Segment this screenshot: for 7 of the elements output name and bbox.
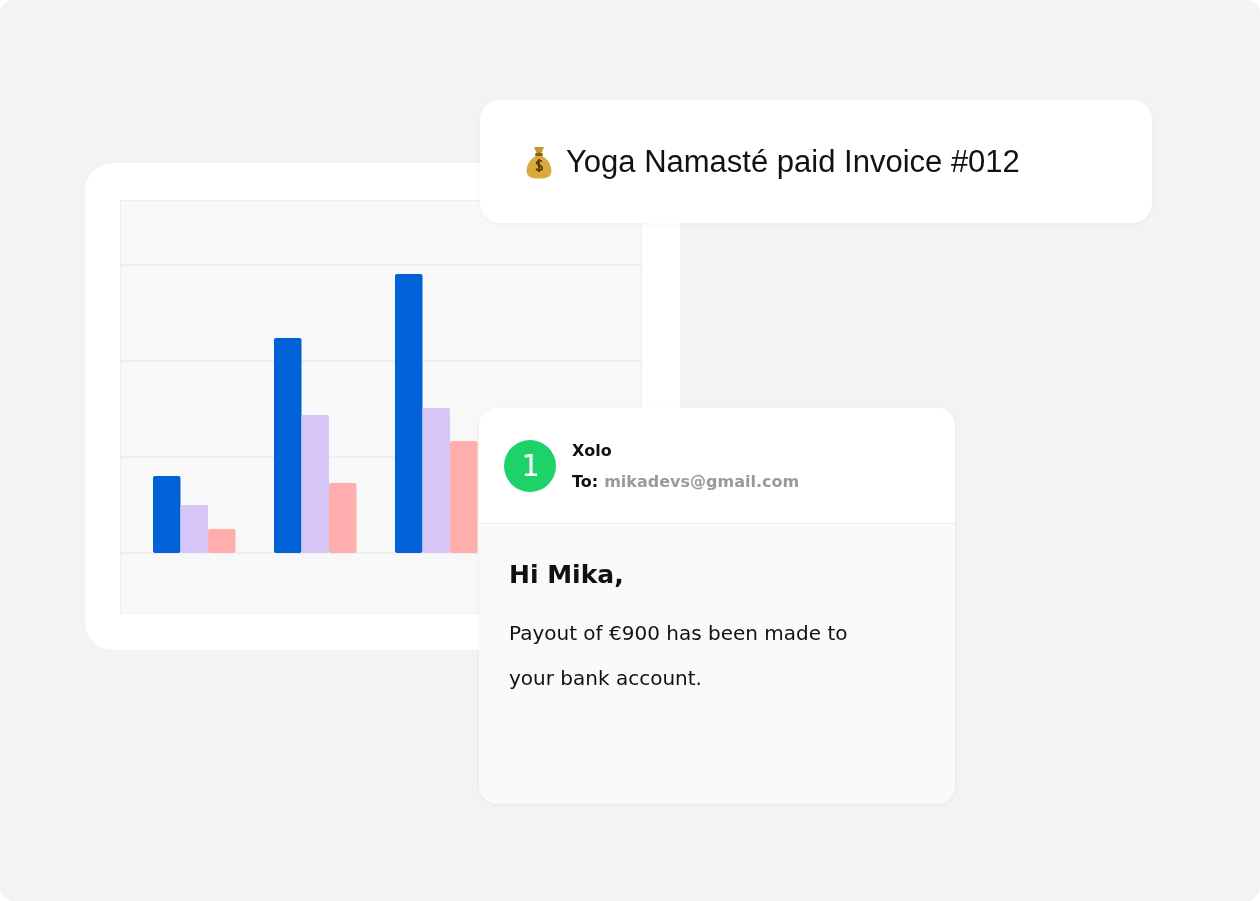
recipient-address: mikadevs@gmail.com <box>604 471 800 491</box>
recipient-label: To: <box>572 471 599 491</box>
email-message: Payout of €900 has been made to your bank account. <box>509 620 849 692</box>
email-greeting: Hi Mika, <box>509 560 625 589</box>
notification-text: Yoga Namasté paid Invoice #012 <box>566 143 1020 180</box>
sender-name: Xolo <box>572 440 613 460</box>
sender-logo: 1 <box>504 439 556 492</box>
